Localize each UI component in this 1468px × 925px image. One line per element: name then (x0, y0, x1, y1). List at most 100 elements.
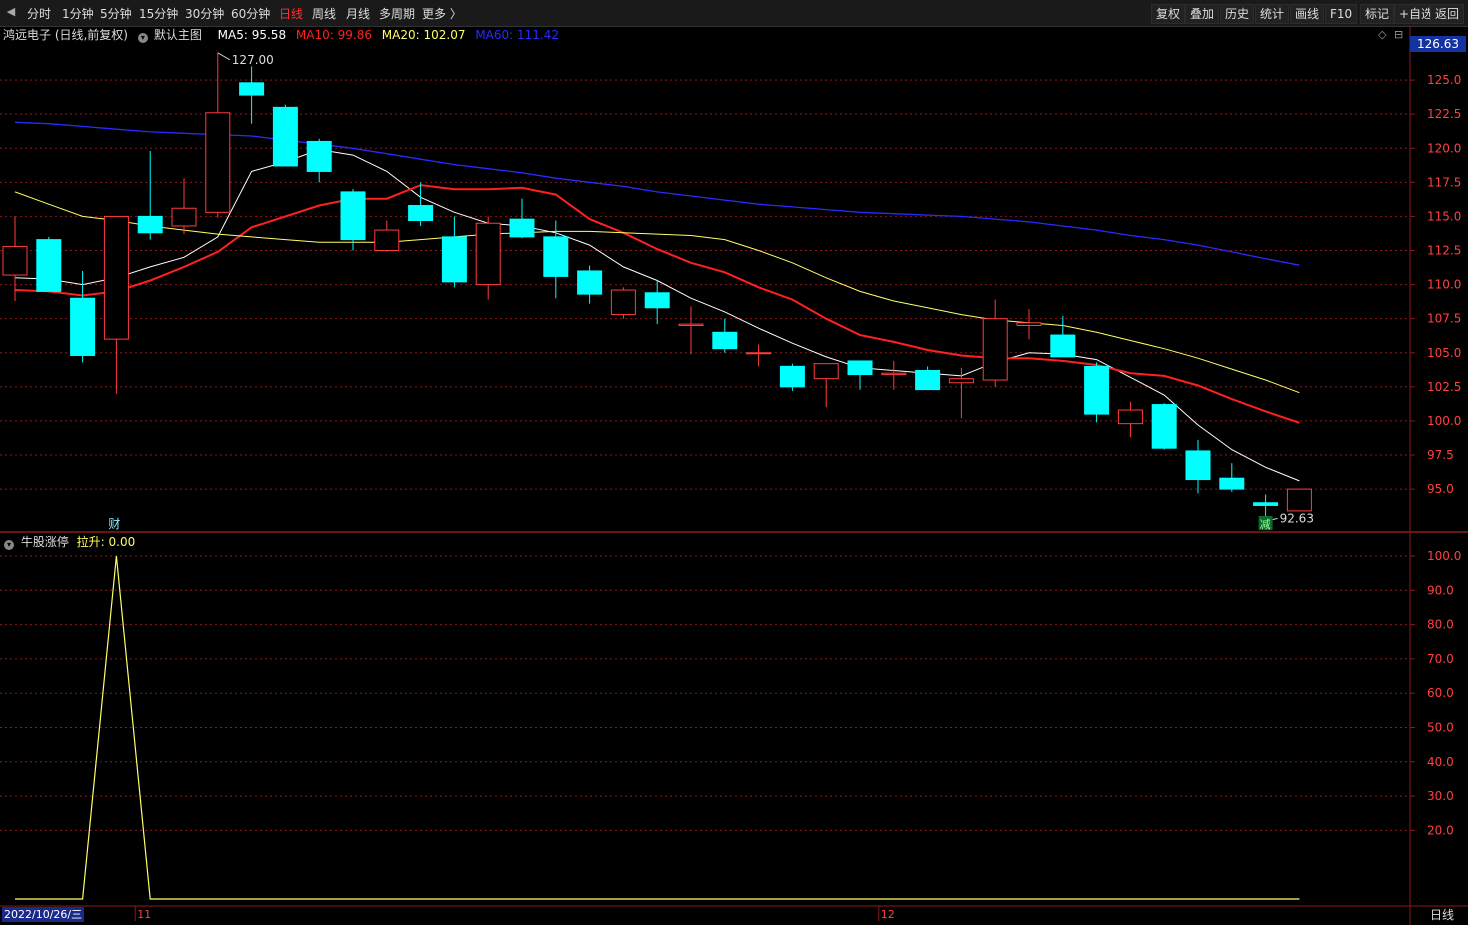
candle-body (1286, 488, 1312, 512)
candle-body (2, 245, 28, 276)
price-tick-label: 122.5 (1427, 107, 1461, 121)
price-tick-label: 117.5 (1427, 175, 1461, 189)
candle (205, 52, 231, 218)
candle (678, 306, 704, 355)
chart-canvas[interactable]: 11 12 95.0 97.5 100.0 102.5 105.0 107.5 110.0 11… (0, 0, 1468, 925)
reduce-marker: 减 (1260, 518, 1271, 531)
indicator-tick-label: 100.0 (1427, 549, 1461, 563)
candle (915, 366, 941, 391)
candle (340, 189, 366, 251)
candle (746, 344, 772, 367)
candle (982, 299, 1008, 387)
candle-body (948, 378, 974, 384)
candle-body (239, 82, 265, 96)
candle-body (982, 318, 1008, 381)
candle (306, 138, 332, 183)
candle-body (1016, 322, 1042, 326)
candle (610, 287, 636, 319)
candle (374, 220, 400, 252)
candle-body (915, 369, 941, 391)
annotation-pointer (217, 52, 231, 61)
candle-body (1253, 502, 1279, 506)
price-tick-label: 95.0 (1427, 482, 1454, 496)
candle-body (746, 352, 772, 355)
price-tick-label: 97.5 (1427, 448, 1454, 462)
candle-body (847, 360, 873, 376)
ma10-label: MA10: 99.86 (295, 28, 372, 42)
candle-body (306, 140, 332, 172)
candle (1117, 401, 1143, 438)
candle (1286, 488, 1312, 512)
candle (171, 178, 197, 235)
candle-body (441, 236, 467, 283)
candle (1151, 403, 1177, 450)
candle (272, 104, 298, 167)
indicator-dropdown-icon[interactable]: ▾ (4, 540, 14, 550)
candle-body (712, 331, 738, 350)
candle (103, 215, 129, 394)
candle-body (779, 365, 805, 388)
indicator-value: 拉升: 0.00 (76, 535, 136, 549)
diamond-icon[interactable]: ◇ (1378, 28, 1386, 41)
candle-body (340, 191, 366, 241)
annotation-label: 127.00 (232, 53, 274, 67)
template-selector[interactable]: ▾ 默认主图 (137, 28, 208, 43)
collapse-icon[interactable]: ⊟ (1394, 28, 1403, 41)
candle (2, 216, 28, 301)
candle-body (137, 215, 163, 234)
candle-body (1117, 409, 1143, 425)
price-tick-label: 100.0 (1427, 414, 1461, 428)
candle (813, 363, 839, 408)
main-info-bar: 鸿远电子 (日线,前复权) ▾ 默认主图 MA5: 95.58 MA10: 99.… (0, 26, 565, 43)
time-marker-label: 12 (881, 908, 895, 921)
price-tick-label: 115.0 (1427, 209, 1461, 223)
candle (1016, 309, 1042, 340)
period-indicator: 日线 (1429, 908, 1454, 922)
candle-body (577, 270, 603, 295)
indicator-tick-label: 50.0 (1427, 721, 1454, 735)
candle (239, 66, 265, 124)
indicator-tick-label: 70.0 (1427, 652, 1454, 666)
candle-body (813, 363, 839, 380)
ma5-label: MA5: 95.58 (217, 28, 287, 42)
candle-body (881, 372, 907, 376)
price-tick-label: 110.0 (1427, 278, 1461, 292)
candle (1219, 463, 1245, 492)
candle-body (1050, 334, 1076, 358)
candle-body (374, 229, 400, 252)
candle-body (678, 323, 704, 326)
indicator-name: 牛股涨停 (20, 535, 69, 549)
candle (137, 150, 163, 240)
price-tick-label: 125.0 (1427, 73, 1461, 87)
indicator-tick-label: 30.0 (1427, 789, 1454, 803)
current-price-flag: 126.63 (1410, 36, 1466, 52)
candle-body (272, 106, 298, 167)
candle-body (1084, 365, 1110, 415)
price-tick-label: 105.0 (1427, 346, 1461, 360)
candle-body (1185, 450, 1211, 481)
candle (1185, 440, 1211, 494)
sub-info-bar: ▾ 牛股涨停 拉升: 0.00 (0, 533, 136, 550)
candle (441, 216, 467, 288)
candle-body (36, 239, 62, 292)
time-marker-label: 11 (137, 908, 151, 921)
price-tick-label: 120.0 (1427, 141, 1461, 155)
indicator-tick-label: 60.0 (1427, 686, 1454, 700)
candle-body (408, 205, 434, 222)
ma20-label: MA20: 102.07 (381, 28, 466, 42)
indicator-tick-label: 90.0 (1427, 583, 1454, 597)
ma60-label: MA60: 111.42 (475, 28, 559, 42)
candle-body (610, 289, 636, 316)
dropdown-icon: ▾ (137, 33, 148, 43)
candle-body (475, 222, 501, 286)
candle-body (644, 292, 670, 309)
candle (847, 360, 873, 390)
candle-body (1219, 477, 1245, 490)
candle-body (171, 207, 197, 227)
candle (509, 198, 535, 239)
candle (36, 236, 62, 292)
indicator-tick-label: 20.0 (1427, 823, 1454, 837)
candle (475, 216, 501, 300)
candle (712, 318, 738, 353)
candle (881, 360, 907, 390)
